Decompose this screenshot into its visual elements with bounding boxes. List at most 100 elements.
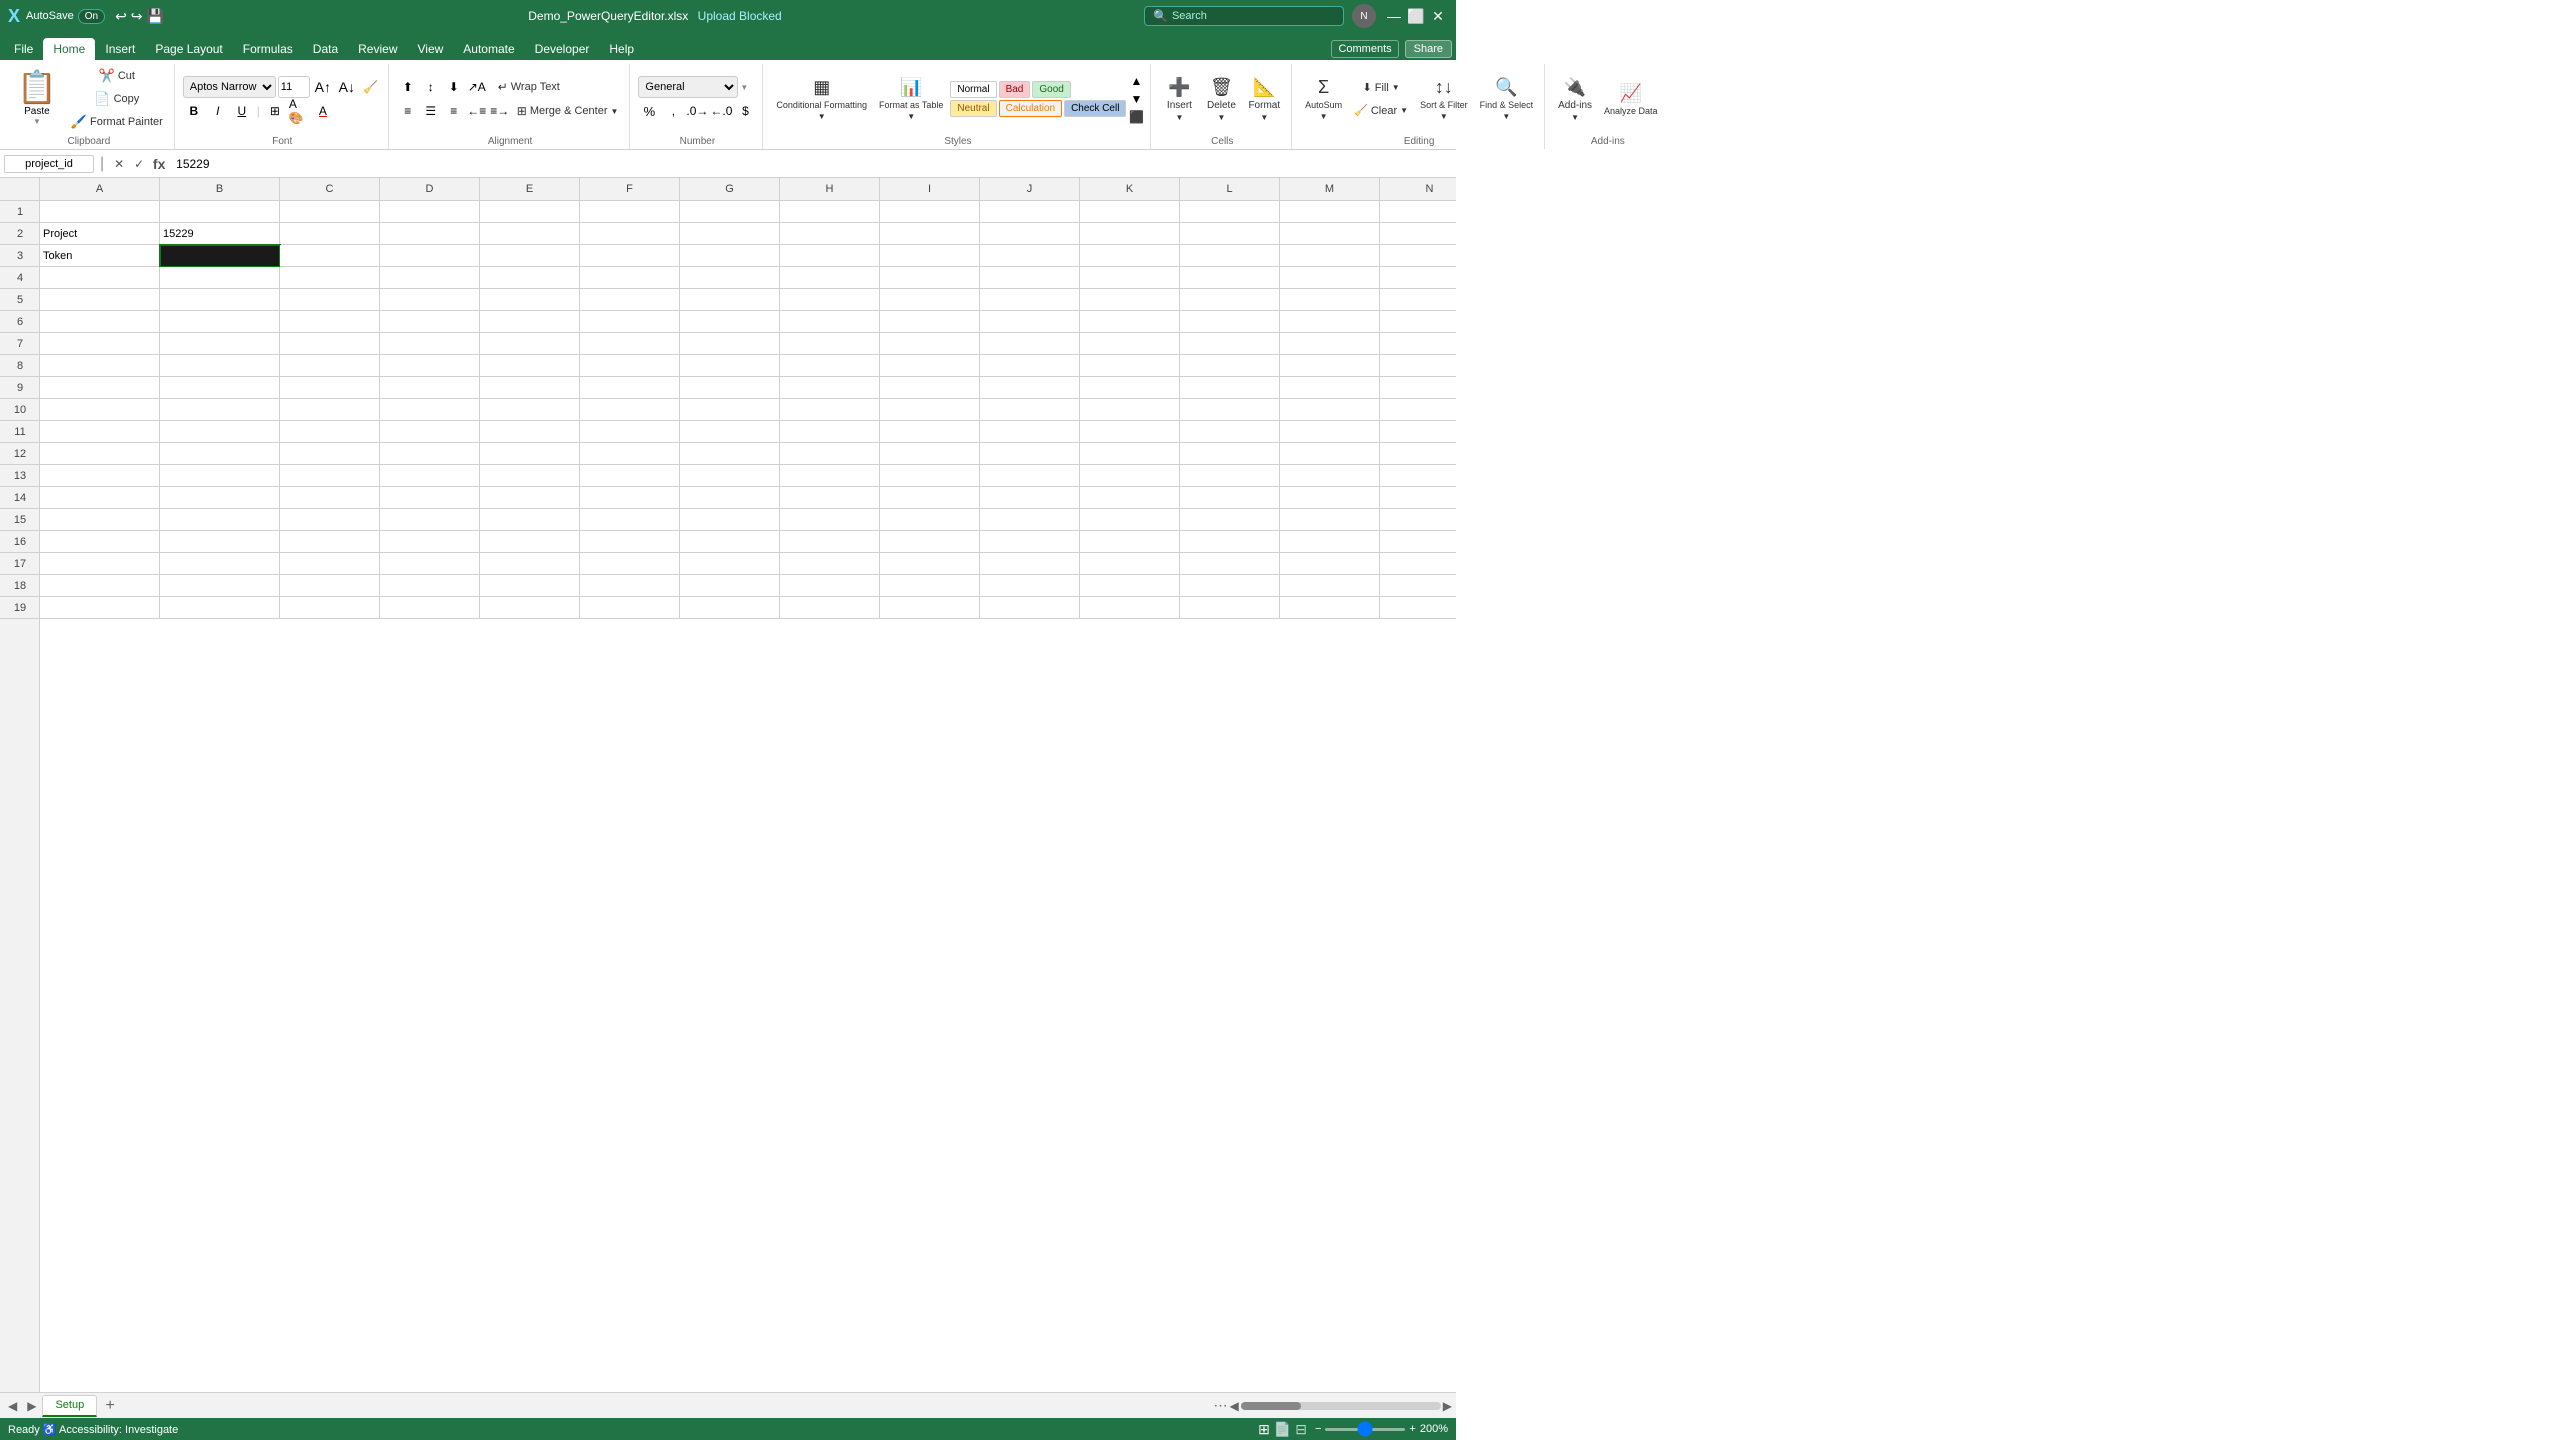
autosave-toggle[interactable]: On bbox=[78, 9, 105, 24]
cell-G9[interactable] bbox=[680, 377, 780, 399]
cell-I6[interactable] bbox=[880, 311, 980, 333]
cell-E15[interactable] bbox=[480, 509, 580, 531]
cell-J14[interactable] bbox=[980, 487, 1080, 509]
wrap-text-button[interactable]: ↵ Wrap Text bbox=[489, 77, 569, 97]
cell-C4[interactable] bbox=[280, 267, 380, 289]
comments-button[interactable]: Comments bbox=[1331, 40, 1398, 58]
row-header-16[interactable]: 16 bbox=[0, 531, 40, 553]
cell-G1[interactable] bbox=[680, 201, 780, 223]
cell-D12[interactable] bbox=[380, 443, 480, 465]
tab-help[interactable]: Help bbox=[599, 38, 644, 60]
cell-N17[interactable] bbox=[1380, 553, 1456, 575]
cell-E3[interactable] bbox=[480, 245, 580, 267]
cell-G8[interactable] bbox=[680, 355, 780, 377]
conditional-formatting-button[interactable]: ▦ Conditional Formatting ▼ bbox=[771, 69, 872, 129]
cell-B3[interactable] bbox=[160, 245, 280, 267]
cell-A8[interactable] bbox=[40, 355, 160, 377]
italic-button[interactable]: I bbox=[207, 100, 229, 122]
cell-D17[interactable] bbox=[380, 553, 480, 575]
cell-H9[interactable] bbox=[780, 377, 880, 399]
cell-K6[interactable] bbox=[1080, 311, 1180, 333]
cell-M15[interactable] bbox=[1280, 509, 1380, 531]
style-good[interactable]: Good bbox=[1032, 81, 1070, 98]
font-color-button[interactable]: A bbox=[312, 100, 334, 122]
cell-M1[interactable] bbox=[1280, 201, 1380, 223]
cell-G7[interactable] bbox=[680, 333, 780, 355]
cell-N16[interactable] bbox=[1380, 531, 1456, 553]
cell-F13[interactable] bbox=[580, 465, 680, 487]
cell-H5[interactable] bbox=[780, 289, 880, 311]
cell-G3[interactable] bbox=[680, 245, 780, 267]
quick-save-icon[interactable]: 💾 bbox=[147, 8, 164, 25]
addins-button[interactable]: 🔌 Add-ins ▼ bbox=[1553, 71, 1597, 127]
cell-L10[interactable] bbox=[1180, 399, 1280, 421]
decrease-indent-button[interactable]: ←≡ bbox=[466, 100, 488, 122]
decrease-decimal-button[interactable]: ←.0 bbox=[710, 100, 732, 122]
cell-C19[interactable] bbox=[280, 597, 380, 619]
cell-B6[interactable] bbox=[160, 311, 280, 333]
cell-D19[interactable] bbox=[380, 597, 480, 619]
cell-A13[interactable] bbox=[40, 465, 160, 487]
style-check-cell[interactable]: Check Cell bbox=[1064, 100, 1126, 117]
cell-E9[interactable] bbox=[480, 377, 580, 399]
cell-F2[interactable] bbox=[580, 223, 680, 245]
cell-I3[interactable] bbox=[880, 245, 980, 267]
cell-C8[interactable] bbox=[280, 355, 380, 377]
decrease-font-button[interactable]: A↓ bbox=[336, 76, 358, 98]
cell-C5[interactable] bbox=[280, 289, 380, 311]
cell-L19[interactable] bbox=[1180, 597, 1280, 619]
font-family-select[interactable]: Aptos Narrow Arial Calibri bbox=[183, 76, 276, 98]
cell-H4[interactable] bbox=[780, 267, 880, 289]
cell-G15[interactable] bbox=[680, 509, 780, 531]
cell-H16[interactable] bbox=[780, 531, 880, 553]
cell-H10[interactable] bbox=[780, 399, 880, 421]
col-header-C[interactable]: C bbox=[280, 178, 380, 200]
cell-A15[interactable] bbox=[40, 509, 160, 531]
col-header-G[interactable]: G bbox=[680, 178, 780, 200]
increase-font-button[interactable]: A↑ bbox=[312, 76, 334, 98]
cell-C6[interactable] bbox=[280, 311, 380, 333]
cell-C1[interactable] bbox=[280, 201, 380, 223]
cell-H18[interactable] bbox=[780, 575, 880, 597]
style-normal[interactable]: Normal bbox=[950, 81, 996, 98]
cell-J6[interactable] bbox=[980, 311, 1080, 333]
insert-function-button[interactable]: fx bbox=[150, 155, 168, 173]
cell-M2[interactable] bbox=[1280, 223, 1380, 245]
cell-E5[interactable] bbox=[480, 289, 580, 311]
tab-home[interactable]: Home bbox=[43, 38, 95, 60]
autosum-button[interactable]: Σ AutoSum ▼ bbox=[1300, 71, 1347, 127]
cell-H15[interactable] bbox=[780, 509, 880, 531]
col-header-L[interactable]: L bbox=[1180, 178, 1280, 200]
format-as-table-button[interactable]: 📊 Format as Table ▼ bbox=[874, 69, 948, 129]
cell-E1[interactable] bbox=[480, 201, 580, 223]
cell-H6[interactable] bbox=[780, 311, 880, 333]
cell-K19[interactable] bbox=[1080, 597, 1180, 619]
cell-N14[interactable] bbox=[1380, 487, 1456, 509]
paste-button[interactable]: 📋 Paste ▼ bbox=[10, 65, 64, 133]
cell-E10[interactable] bbox=[480, 399, 580, 421]
cell-F1[interactable] bbox=[580, 201, 680, 223]
cell-K8[interactable] bbox=[1080, 355, 1180, 377]
cell-F16[interactable] bbox=[580, 531, 680, 553]
cell-B11[interactable] bbox=[160, 421, 280, 443]
cell-C3[interactable] bbox=[280, 245, 380, 267]
cell-M16[interactable] bbox=[1280, 531, 1380, 553]
cell-B15[interactable] bbox=[160, 509, 280, 531]
format-painter-button[interactable]: 🖌️ Format Painter bbox=[66, 111, 168, 133]
row-header-13[interactable]: 13 bbox=[0, 465, 40, 487]
cell-J12[interactable] bbox=[980, 443, 1080, 465]
cell-F9[interactable] bbox=[580, 377, 680, 399]
cell-D14[interactable] bbox=[380, 487, 480, 509]
cell-D9[interactable] bbox=[380, 377, 480, 399]
select-all-button[interactable] bbox=[0, 178, 40, 200]
cell-N8[interactable] bbox=[1380, 355, 1456, 377]
cell-L16[interactable] bbox=[1180, 531, 1280, 553]
cell-L6[interactable] bbox=[1180, 311, 1280, 333]
increase-indent-button[interactable]: ≡→ bbox=[489, 100, 511, 122]
cell-M12[interactable] bbox=[1280, 443, 1380, 465]
cell-F8[interactable] bbox=[580, 355, 680, 377]
cell-H7[interactable] bbox=[780, 333, 880, 355]
confirm-formula-button[interactable]: ✓ bbox=[130, 155, 148, 173]
normal-view-button[interactable]: ⊞ bbox=[1258, 1421, 1270, 1438]
cell-I13[interactable] bbox=[880, 465, 980, 487]
